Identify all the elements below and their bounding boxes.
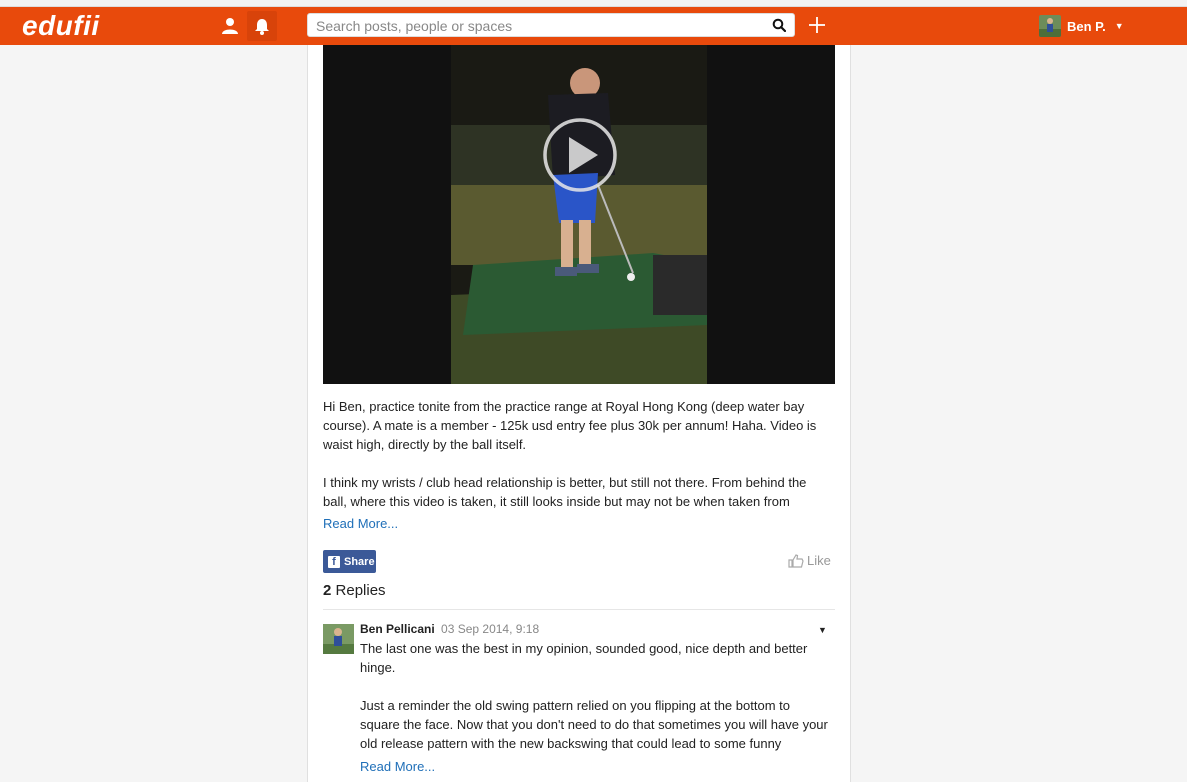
profile-name: Ben P. bbox=[1067, 18, 1106, 34]
reply-author[interactable]: Ben Pellicani bbox=[360, 622, 435, 636]
reply-timestamp: 03 Sep 2014, 9:18 bbox=[441, 622, 540, 636]
replies-heading: 2 Replies bbox=[323, 582, 386, 599]
replies-label: Replies bbox=[335, 582, 386, 599]
reply-read-more-link[interactable]: Read More... bbox=[360, 759, 435, 774]
user-icon[interactable] bbox=[217, 13, 243, 39]
chevron-down-icon: ▼ bbox=[1114, 21, 1124, 31]
plus-icon[interactable] bbox=[808, 11, 826, 39]
search-input[interactable] bbox=[314, 17, 758, 35]
chevron-down-icon[interactable]: ▼ bbox=[818, 625, 827, 635]
reply-header: Ben Pellicani 03 Sep 2014, 9:18 bbox=[360, 622, 539, 636]
profile-menu[interactable]: Ben P. ▼ bbox=[1039, 15, 1124, 37]
thumbs-up-icon bbox=[788, 553, 804, 568]
reply-avatar[interactable] bbox=[323, 624, 354, 654]
replies-count: 2 bbox=[323, 582, 332, 599]
bell-icon[interactable] bbox=[247, 11, 277, 41]
reply-paragraph: Just a reminder the old swing pattern re… bbox=[360, 698, 828, 751]
reply-paragraph: The last one was the best in my opinion,… bbox=[360, 641, 808, 675]
facebook-share-button[interactable]: f Share bbox=[323, 550, 376, 573]
logo[interactable]: edufii bbox=[22, 10, 100, 42]
post-body: Hi Ben, practice tonite from the practic… bbox=[323, 397, 828, 530]
facebook-icon: f bbox=[328, 555, 340, 568]
reply-body: The last one was the best in my opinion,… bbox=[360, 639, 830, 772]
top-navbar: edufii Search posts, people or spaces Be… bbox=[0, 7, 1187, 45]
post-paragraph: Hi Ben, practice tonite from the practic… bbox=[323, 399, 817, 452]
share-label: Share bbox=[344, 555, 375, 568]
like-button[interactable]: Like bbox=[788, 553, 831, 568]
avatar bbox=[1039, 15, 1061, 37]
search-box bbox=[307, 13, 795, 37]
search-icon[interactable] bbox=[772, 18, 787, 37]
divider bbox=[323, 609, 835, 610]
browser-top-strip bbox=[0, 0, 1187, 7]
post-card: Hi Ben, practice tonite from the practic… bbox=[307, 45, 851, 782]
post-paragraph: I think my wrists / club head relationsh… bbox=[323, 475, 807, 509]
video-player[interactable] bbox=[323, 45, 835, 384]
read-more-link[interactable]: Read More... bbox=[323, 516, 398, 531]
like-label: Like bbox=[807, 553, 831, 568]
